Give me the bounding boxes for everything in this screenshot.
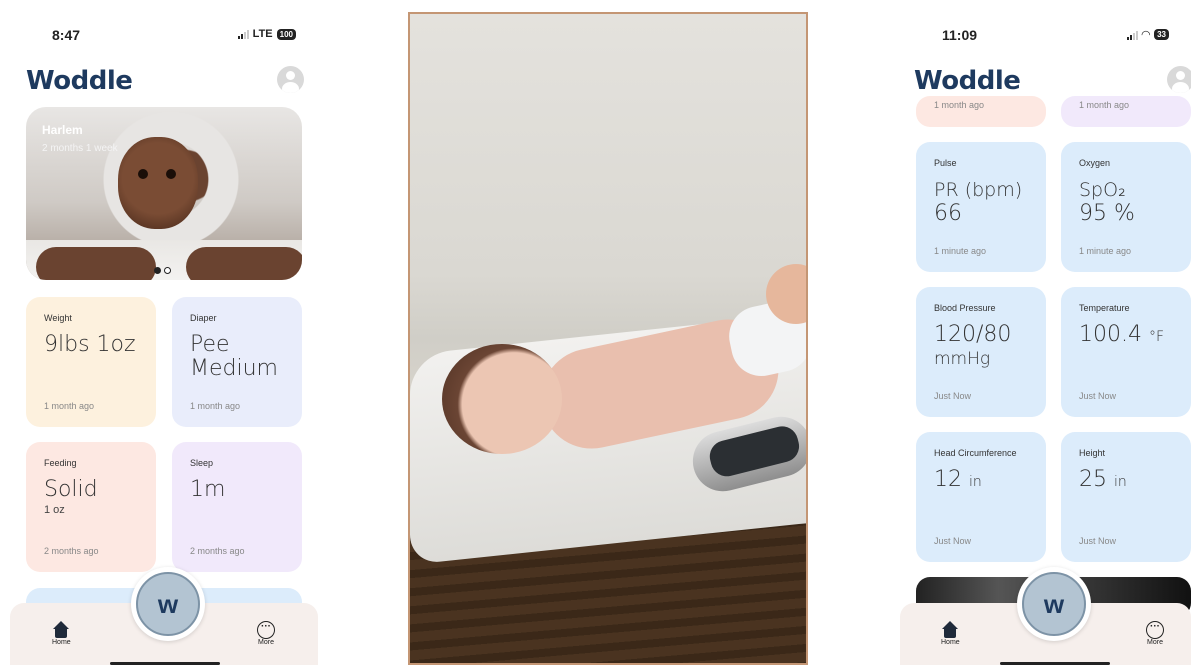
- card-time: Just Now: [1079, 391, 1117, 401]
- battery-icon: 100: [276, 28, 296, 40]
- tab-home-label: Home: [941, 639, 960, 646]
- card-time: 1 month ago: [934, 100, 985, 110]
- woddle-scan-button[interactable]: w: [131, 567, 205, 641]
- card-label: Pulse: [934, 158, 957, 168]
- sleep-card[interactable]: Sleep 1m 2 months ago: [172, 442, 302, 572]
- height-card[interactable]: Height 25 in Just Now: [1061, 432, 1191, 562]
- card-label: Blood Pressure: [934, 303, 996, 313]
- weight-card[interactable]: Weight 9lbs 1oz 1 month ago: [26, 297, 156, 427]
- signal-icon: [237, 29, 249, 39]
- card-value-secondary: Medium: [190, 356, 278, 381]
- carousel-dot-2[interactable]: [164, 267, 171, 274]
- diaper-card[interactable]: Diaper Pee Medium 1 month ago: [172, 297, 302, 427]
- status-time: 11:09: [942, 27, 978, 43]
- card-value-secondary: 95 %: [1079, 201, 1135, 226]
- feeding-card[interactable]: Feeding Solid 1 oz 2 months ago: [26, 442, 156, 572]
- profile-avatar-icon[interactable]: [1167, 66, 1191, 93]
- tab-more[interactable]: ··· More: [1146, 621, 1164, 646]
- profile-avatar-icon[interactable]: [277, 66, 304, 93]
- woddle-scan-button[interactable]: w: [1017, 567, 1091, 641]
- baby-photo-carousel[interactable]: Harlem 2 months 1 week: [26, 107, 302, 280]
- card-label: Feeding: [44, 458, 77, 468]
- baby-on-scale-photo: [408, 12, 808, 665]
- status-time: 8:47: [52, 27, 81, 43]
- card-value: 12 in: [934, 467, 982, 492]
- right-phone-screen: 11:09 ◠ 33 Woddle 1 month ago 1 month ag…: [900, 0, 1191, 665]
- tab-more[interactable]: ··· More: [257, 621, 275, 646]
- woddle-logo: Woddle: [26, 66, 133, 96]
- card-subvalue: 1 oz: [44, 504, 65, 516]
- left-phone-screen: 8:47 LTE 100 Woddle Harlem 2 months 1 we…: [10, 0, 318, 665]
- baby-head: [442, 344, 562, 454]
- carousel-dot-1[interactable]: [154, 267, 161, 274]
- card-time: Just Now: [1079, 536, 1117, 546]
- card-value: 25 in: [1079, 467, 1127, 492]
- partial-card-top-left[interactable]: 1 month ago: [916, 96, 1046, 127]
- card-value: PR (bpm): [934, 179, 1023, 201]
- baby-name: Harlem: [42, 123, 83, 137]
- blood-pressure-card[interactable]: Blood Pressure 120/80 mmHg Just Now: [916, 287, 1046, 417]
- card-label: Oxygen: [1079, 158, 1111, 168]
- woddle-mark-icon: w: [1022, 572, 1086, 636]
- woddle-mark-icon: w: [136, 572, 200, 636]
- status-bar: 8:47 LTE 100: [10, 26, 318, 44]
- head-circumference-card[interactable]: Head Circumference 12 in Just Now: [916, 432, 1046, 562]
- card-time: 1 minute ago: [934, 246, 987, 256]
- card-label: Height: [1079, 448, 1106, 458]
- card-value-secondary: 66: [934, 201, 962, 226]
- card-value: 9lbs 1oz: [44, 332, 136, 357]
- card-value: 120/80: [934, 322, 1012, 347]
- card-value: Pee: [190, 332, 230, 357]
- signal-icon: [1126, 30, 1138, 40]
- card-time: 2 months ago: [190, 546, 245, 556]
- temperature-card[interactable]: Temperature 100.4 °F Just Now: [1061, 287, 1191, 417]
- card-value: 100.4 °F: [1079, 322, 1165, 347]
- wifi-icon: ◠: [1141, 29, 1151, 41]
- baby-age: 2 months 1 week: [42, 143, 118, 154]
- card-label: Sleep: [190, 458, 214, 468]
- tab-more-label: More: [258, 639, 274, 646]
- card-label: Weight: [44, 313, 72, 323]
- partial-card-top-right[interactable]: 1 month ago: [1061, 96, 1191, 127]
- status-bar: 11:09 ◠ 33: [900, 26, 1191, 44]
- card-value: Solid: [44, 477, 98, 502]
- card-time: Just Now: [934, 391, 972, 401]
- pulse-card[interactable]: Pulse PR (bpm) 66 1 minute ago: [916, 142, 1046, 272]
- tab-more-label: More: [1147, 639, 1163, 646]
- card-value-secondary: mmHg: [934, 349, 991, 369]
- woddle-logo: Woddle: [914, 66, 1021, 96]
- card-time: 2 months ago: [44, 546, 99, 556]
- home-icon: [941, 621, 959, 639]
- carousel-dots[interactable]: [154, 267, 171, 274]
- card-time: 1 month ago: [44, 401, 95, 411]
- card-value: SpO₂: [1079, 179, 1126, 201]
- card-label: Temperature: [1079, 303, 1130, 313]
- card-time: Just Now: [934, 536, 972, 546]
- more-icon: ···: [1146, 621, 1164, 639]
- card-time: 1 minute ago: [1079, 246, 1132, 256]
- length-unit: in: [1114, 474, 1127, 490]
- card-value: 1m: [190, 477, 226, 502]
- tab-home[interactable]: Home: [52, 621, 71, 646]
- card-time: 1 month ago: [1079, 100, 1130, 110]
- more-icon: ···: [257, 621, 275, 639]
- tab-home[interactable]: Home: [941, 621, 960, 646]
- length-unit: in: [969, 474, 982, 490]
- battery-icon: 33: [1154, 29, 1169, 40]
- card-label: Diaper: [190, 313, 217, 323]
- card-label: Head Circumference: [934, 448, 1017, 458]
- tab-home-label: Home: [52, 639, 71, 646]
- baby-face-image: [118, 137, 198, 229]
- network-label: LTE: [252, 28, 273, 40]
- temperature-unit: °F: [1148, 329, 1165, 345]
- card-time: 1 month ago: [190, 401, 241, 411]
- oxygen-card[interactable]: Oxygen SpO₂ 95 % 1 minute ago: [1061, 142, 1191, 272]
- home-icon: [52, 621, 70, 639]
